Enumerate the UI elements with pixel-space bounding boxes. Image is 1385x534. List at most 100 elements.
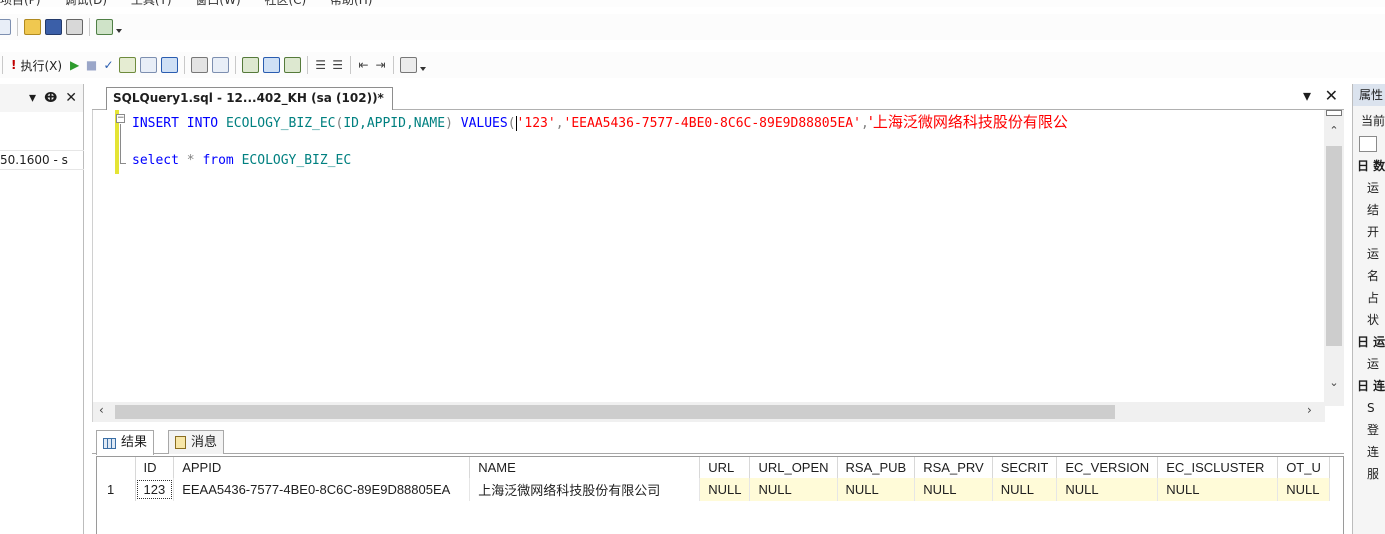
cell-rsa-pub[interactable]: NULL [837, 478, 916, 501]
property-row[interactable]: 运 [1353, 243, 1385, 265]
column-header[interactable]: URL_OPEN [749, 457, 838, 478]
new-file-icon[interactable] [0, 19, 11, 35]
tab-results[interactable]: 结果 [96, 430, 155, 455]
property-row[interactable]: 登 [1353, 419, 1385, 441]
comment-lines-icon[interactable]: ☰ [312, 57, 329, 73]
properties-current: 当前 [1361, 114, 1385, 128]
scroll-left-icon[interactable]: ‹ [99, 403, 104, 417]
property-row[interactable]: 结 [1353, 199, 1385, 221]
print-icon[interactable] [66, 19, 83, 35]
debug-play-icon[interactable]: ▶ [66, 57, 83, 73]
scroll-right-icon[interactable]: › [1307, 403, 1312, 417]
toolbar-overflow-icon[interactable] [420, 67, 427, 71]
menu-community[interactable]: 社区(C) [264, 0, 306, 8]
editor-horizontal-scrollbar[interactable]: ‹ › [93, 402, 1325, 422]
close-document-icon[interactable]: ✕ [1325, 86, 1338, 105]
scroll-down-icon[interactable]: ⌄ [1324, 376, 1344, 389]
scroll-up-icon[interactable]: ⌃ [1324, 124, 1344, 137]
column-header[interactable]: RSA_PRV [914, 457, 993, 478]
code-line-insert: INSERT INTO ECOLOGY_BIZ_EC (ID,APPID,NAME… [132, 111, 1342, 132]
server-node[interactable]: 50.1600 - s [0, 150, 84, 170]
toolbar-separator [184, 56, 186, 74]
display-plan-icon[interactable] [119, 57, 137, 73]
property-row[interactable]: 开 [1353, 221, 1385, 243]
column-header[interactable]: OT_U [1277, 457, 1330, 478]
column-header[interactable]: EC_VERSION [1056, 457, 1159, 478]
menu-window[interactable]: 窗口(W) [195, 0, 240, 8]
toolbar-overflow-icon[interactable] [116, 29, 122, 33]
menu-project[interactable]: 项目(P) [0, 0, 41, 8]
stop-icon[interactable]: ■ [83, 57, 100, 73]
property-row[interactable]: 运 [1353, 177, 1385, 199]
object-explorer-header: ▾ ⴲ ✕ [0, 84, 83, 112]
property-category[interactable]: 日 数 [1353, 155, 1385, 177]
horizontal-scroll-thumb[interactable] [115, 405, 1115, 419]
close-icon[interactable]: ✕ [65, 90, 77, 106]
results-grid[interactable]: ID APPID NAME URL URL_OPEN RSA_PUB RSA_P… [96, 456, 1344, 534]
property-category[interactable]: 日 运 [1353, 331, 1385, 353]
results-to-grid-icon[interactable] [161, 57, 179, 73]
query-options-icon[interactable] [140, 57, 158, 73]
property-row[interactable]: 连 [1353, 441, 1385, 463]
tab-messages[interactable]: 消息 [168, 430, 225, 454]
cell-url-open[interactable]: NULL [749, 478, 838, 501]
activity-monitor-icon[interactable] [96, 19, 113, 35]
column-header[interactable]: ID [135, 457, 175, 478]
cell-ot-u[interactable]: NULL [1277, 478, 1330, 501]
categorized-sort-icon[interactable] [1359, 136, 1377, 152]
column-header[interactable]: NAME [469, 457, 701, 478]
execute-label: 执行(X) [20, 58, 63, 73]
column-header[interactable]: RSA_PUB [837, 457, 916, 478]
cell-secrit[interactable]: NULL [992, 478, 1058, 501]
open-folder-icon[interactable] [24, 19, 41, 35]
comma: , [860, 116, 869, 131]
column-header[interactable]: URL [699, 457, 751, 478]
cell-ec-version[interactable]: NULL [1056, 478, 1159, 501]
results-file-icon[interactable] [284, 57, 302, 73]
query-document-tab[interactable]: SQLQuery1.sql - 12...402_KH (sa (102))* [106, 87, 393, 110]
parse-check-icon[interactable]: ✓ [100, 57, 117, 73]
specify-values-icon[interactable] [400, 57, 418, 73]
property-row[interactable]: 服 [1353, 463, 1385, 485]
cell-appid[interactable]: EEAA5436-7577-4BE0-8C6C-89E9D88805EA [173, 478, 471, 501]
column-header[interactable]: APPID [173, 457, 471, 478]
dropdown-arrow-icon[interactable]: ▾ [29, 90, 36, 106]
cell-ec-iscluster[interactable]: NULL [1157, 478, 1279, 501]
include-plan-icon[interactable] [242, 57, 260, 73]
table-row[interactable]: 1 123 EEAA5436-7577-4BE0-8C6C-89E9D88805… [97, 478, 1330, 501]
properties-pane: 属性 当前 日 数 运 结 开 运 名 占 状 日 运 运 日 连 S 登 连 … [1352, 84, 1385, 534]
splitter-handle[interactable] [1326, 110, 1342, 116]
execute-button[interactable]: ! 执行(X) [11, 57, 62, 74]
uncomment-lines-icon[interactable]: ☰ [329, 57, 346, 73]
row-number[interactable]: 1 [97, 478, 136, 501]
decrease-indent-icon[interactable]: ⇤ [355, 57, 372, 73]
paren: ) [445, 116, 453, 131]
cell-url[interactable]: NULL [699, 478, 751, 501]
grid-icon [103, 437, 116, 449]
menu-debug[interactable]: 调试(D) [64, 0, 107, 8]
collapse-icon[interactable]: − [116, 114, 125, 123]
column-header[interactable]: SECRIT [992, 457, 1058, 478]
column-header[interactable]: EC_ISCLUSTER [1157, 457, 1279, 478]
save-icon[interactable] [45, 19, 62, 35]
design-query-icon[interactable] [191, 57, 209, 73]
property-row[interactable]: 运 [1353, 353, 1385, 375]
cell-id[interactable]: 123 [135, 478, 175, 501]
editor-vertical-scrollbar[interactable]: ⌃ ⌄ [1324, 110, 1344, 406]
property-category[interactable]: 日 连 [1353, 375, 1385, 397]
pin-icon[interactable]: ⴲ [44, 90, 57, 106]
specify-template-icon[interactable] [212, 57, 230, 73]
property-row[interactable]: 状 [1353, 309, 1385, 331]
sql-editor[interactable]: − INSERT INTO ECOLOGY_BIZ_EC (ID,APPID,NA… [92, 110, 1344, 422]
property-row[interactable]: 名 [1353, 265, 1385, 287]
property-row[interactable]: 占 [1353, 287, 1385, 309]
increase-indent-icon[interactable]: ⇥ [372, 57, 389, 73]
results-grid-icon[interactable] [263, 57, 281, 73]
tab-list-dropdown-icon[interactable]: ▾ [1303, 86, 1311, 105]
menu-tools[interactable]: 工具(T) [131, 0, 172, 8]
vertical-scroll-thumb[interactable] [1326, 146, 1342, 346]
cell-name[interactable]: 上海泛微网络科技股份有限公司 [469, 478, 701, 501]
cell-rsa-prv[interactable]: NULL [914, 478, 993, 501]
menu-help[interactable]: 帮助(H) [330, 0, 372, 8]
property-row[interactable]: S [1353, 397, 1385, 419]
